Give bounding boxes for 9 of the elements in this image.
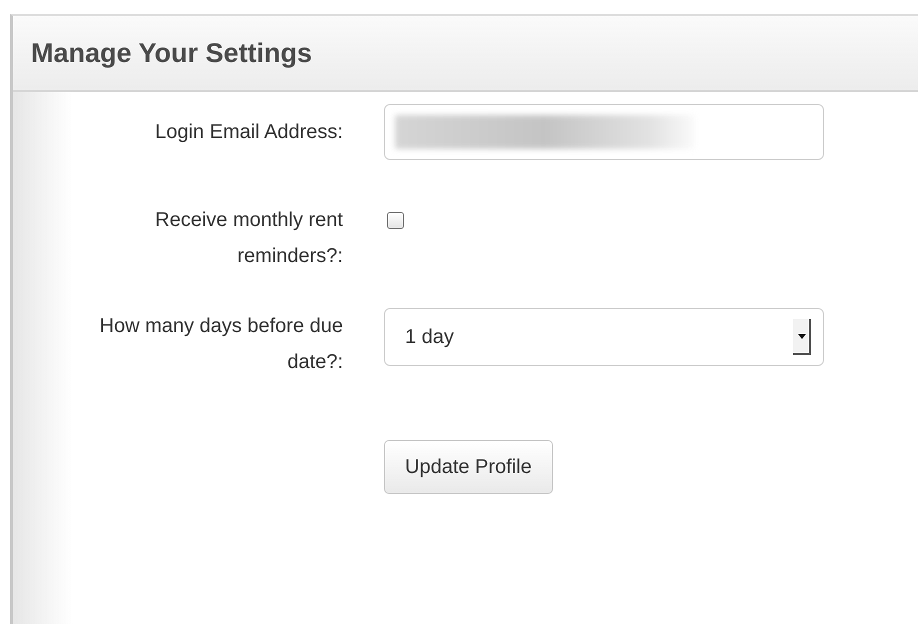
panel-title: Manage Your Settings [31,38,312,68]
field-label: Login Email Address: [154,120,343,145]
field-label: Receive monthly rent reminders?: [154,208,343,269]
checkbox[interactable] [387,212,404,229]
email-field[interactable] [384,104,824,160]
update-profile-button[interactable]: Update Profile [384,440,553,494]
field-label: How many days before due date?: [98,314,343,375]
days-select[interactable]: 1 day [384,308,824,366]
dropdown-arrow-icon [793,319,811,355]
